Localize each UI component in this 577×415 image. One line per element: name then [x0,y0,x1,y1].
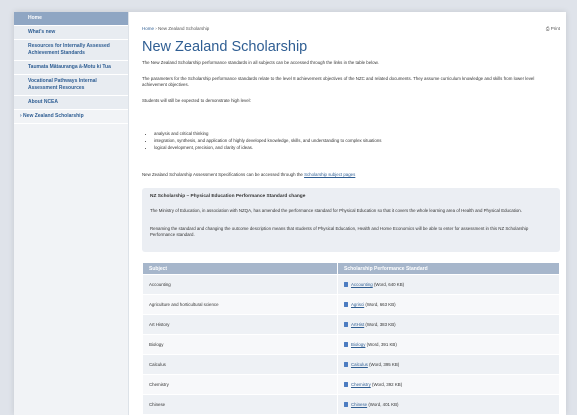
sidebar-item-whats-new[interactable]: What's new [14,26,128,40]
word-document-icon [344,402,348,408]
spec-paragraph: New Zealand Scholarship Assessment Speci… [142,172,552,178]
table-header-row: Subject Scholarship Performance Standard [142,262,560,275]
header-standard: Scholarship Performance Standard [337,262,560,275]
word-document-icon [344,362,348,368]
table-row: Art History ArtHist (Word, 383 KB) [142,314,560,335]
subject-cell: Biology [142,334,338,355]
file-meta: (Word, 383 KB) [364,321,396,327]
sidebar: Home What's new Resources for Internally… [14,12,129,415]
sidebar-item-nz-scholarship[interactable]: › New Zealand Scholarship [14,110,128,124]
subject-cell: Art History [142,314,338,335]
breadcrumb-home-link[interactable]: Home [142,26,154,31]
sidebar-item-taumata[interactable]: Taumata Mātauranga ā-Motu ki Tua [14,61,128,75]
page-title: New Zealand Scholarship [142,39,308,55]
list-item: analysis and critical thinking [154,130,381,137]
notice-paragraph-1: The Ministry of Education, in associatio… [150,208,522,213]
standards-table: Subject Scholarship Performance Standard… [142,262,560,415]
standard-cell: ArtHist (Word, 383 KB) [337,314,560,335]
standard-link[interactable]: Agrisci [351,302,364,307]
print-icon: ⎙ [545,26,550,31]
intro-paragraph-2: The parameters for the Scholarship perfo… [142,76,535,87]
file-meta: (Word, 401 KB) [367,401,399,407]
notice-title: NZ Scholarship – Physical Education Perf… [150,194,306,199]
subject-cell: Agriculture and horticultural science [142,294,338,315]
table-row: Chinese Chinese (Word, 401 KB) [142,394,560,415]
standard-link[interactable]: Chinese [351,402,367,407]
sidebar-item-about-ncea[interactable]: About NCEA [14,96,128,110]
table-row: Agriculture and horticultural science Ag… [142,294,560,315]
word-document-icon [344,322,348,328]
print-button[interactable]: ⎙ Print [546,26,560,31]
standard-link[interactable]: Calculus [351,362,368,367]
spec-text: New Zealand Scholarship Assessment Speci… [142,172,305,177]
standard-cell: Chinese (Word, 401 KB) [337,394,560,415]
page: Home What's new Resources for Internally… [14,12,566,415]
breadcrumb: Home › New Zealand Scholarship [142,26,209,31]
list-item: integration, synthesis, and application … [154,137,381,144]
standard-link[interactable]: Chemistry [351,382,371,387]
table-row: Calculus Calculus (Word, 395 KB) [142,354,560,375]
intro-paragraph-3: Students will still be expected to demon… [142,98,251,103]
scholarship-subject-pages-link[interactable]: Scholarship subject pages [304,172,355,177]
subject-cell: Chemistry [142,374,338,395]
criteria-list: analysis and critical thinking integrati… [154,130,381,151]
table-row: Biology Biology (Word, 391 KB) [142,334,560,355]
sidebar-item-vocational[interactable]: Vocational Pathways Internal Assessment … [14,75,128,96]
standard-link[interactable]: Biology [351,342,365,347]
standard-cell: Chemistry (Word, 392 KB) [337,374,560,395]
standard-cell: Biology (Word, 391 KB) [337,334,560,355]
print-label: Print [550,26,560,31]
standard-cell: Accounting (Word, 640 KB) [337,274,560,295]
notice-box: NZ Scholarship – Physical Education Perf… [142,188,560,252]
word-document-icon [344,302,348,308]
notice-paragraph-2: Renaming the standard and changing the o… [150,226,529,237]
list-item: logical development, precision, and clar… [154,144,381,151]
breadcrumb-current: New Zealand Scholarship [158,26,210,31]
table-row: Chemistry Chemistry (Word, 392 KB) [142,374,560,395]
file-meta: (Word, 663 KB) [364,301,396,307]
subject-cell: Chinese [142,394,338,415]
intro-paragraph-1: The New Zealand Scholarship performance … [142,60,379,65]
standard-cell: Calculus (Word, 395 KB) [337,354,560,375]
table-row: Accounting Accounting (Word, 640 KB) [142,274,560,295]
standard-link[interactable]: Accounting [351,282,373,287]
file-meta: (Word, 395 KB) [367,361,400,367]
file-meta: (Word, 391 KB) [365,341,397,347]
standard-cell: Agrisci (Word, 663 KB) [337,294,560,315]
sidebar-item-home[interactable]: Home [14,12,128,26]
sidebar-item-resources[interactable]: Resources for Internally Assessed Achiev… [14,40,128,61]
subject-cell: Calculus [142,354,338,375]
file-meta: (Word, 640 KB) [372,281,405,287]
file-meta: (Word, 392 KB) [370,381,403,387]
word-document-icon [344,342,348,348]
subject-cell: Accounting [142,274,338,295]
word-document-icon [344,382,348,388]
header-subject: Subject [142,262,338,275]
word-document-icon [344,282,348,288]
standard-link[interactable]: ArtHist [351,322,364,327]
